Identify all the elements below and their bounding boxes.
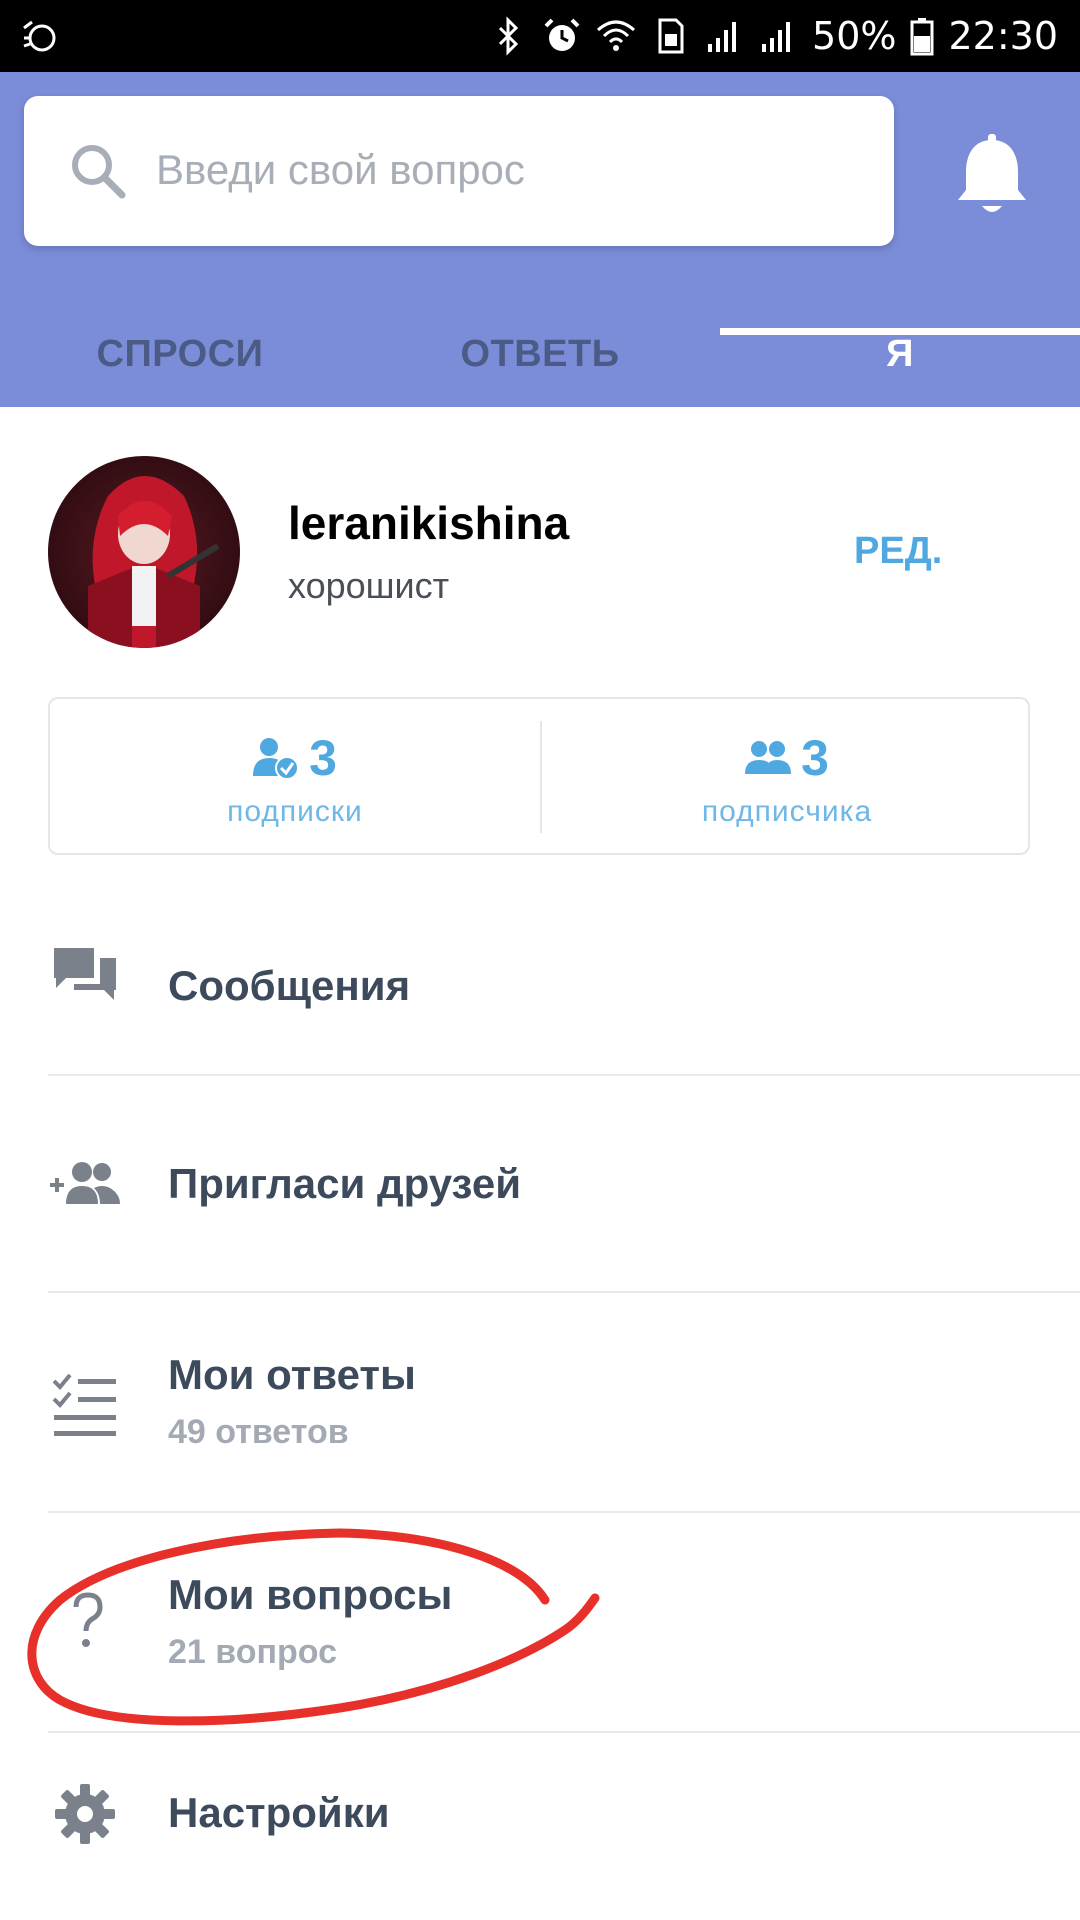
clock: 22:30 — [948, 14, 1058, 58]
menu-item-my-questions[interactable]: Мои вопросы 21 вопрос — [0, 1513, 1080, 1731]
followers-group-icon — [745, 741, 792, 774]
signal-icon — [762, 22, 791, 52]
following-user-icon — [253, 738, 300, 780]
followers-count: 3 — [801, 730, 829, 786]
status-bar: 50% 22:30 — [0, 0, 1080, 72]
search-bar[interactable]: Введи свой вопрос — [24, 96, 894, 246]
invite-label: Пригласи друзей — [168, 1160, 522, 1207]
following-label: подписки — [227, 795, 363, 828]
my-questions-label: Мои вопросы — [168, 1571, 453, 1618]
battery-icon — [910, 18, 934, 56]
menu-item-messages[interactable]: Сообщения — [0, 910, 1080, 1076]
tab-bar: СПРОСИ ОТВЕТЬ Я — [0, 302, 1080, 407]
checklist-icon — [52, 1373, 116, 1436]
sim-icon — [658, 18, 684, 54]
bell-icon[interactable] — [952, 132, 1032, 222]
follow-stats: 3 подписки 3 подписчика — [48, 697, 1030, 855]
following-stat[interactable]: 3 подписки — [50, 699, 540, 857]
app-header: Введи свой вопрос СПРОСИ ОТВЕТЬ Я — [0, 72, 1080, 407]
question-mark-icon — [73, 1592, 103, 1647]
battery-percent: 50% — [812, 14, 897, 58]
alarm-clock-icon — [544, 18, 580, 51]
settings-label: Настройки — [168, 1789, 390, 1836]
signal-icon — [708, 22, 737, 52]
menu-item-settings[interactable]: Настройки — [0, 1733, 1080, 1920]
active-tab-indicator — [720, 328, 1080, 335]
wifi-icon — [597, 20, 636, 51]
bluetooth-icon — [498, 16, 519, 56]
menu-item-my-answers[interactable]: Мои ответы 49 ответов — [0, 1293, 1080, 1511]
messages-label: Сообщения — [168, 962, 411, 1009]
messages-icon — [54, 948, 116, 1000]
user-rank: хорошист — [288, 565, 450, 606]
answers-count: 49 ответов — [168, 1413, 349, 1451]
followers-label: подписчика — [701, 795, 873, 828]
username: leranikishina — [288, 497, 570, 549]
search-input[interactable]: Введи свой вопрос — [156, 146, 525, 194]
tab-answer[interactable]: ОТВЕТЬ — [360, 302, 720, 407]
following-count: 3 — [309, 730, 337, 786]
alarm-left-icon — [23, 20, 56, 52]
edit-profile-button[interactable]: РЕД. — [854, 530, 942, 573]
add-friends-icon — [50, 1162, 120, 1204]
avatar[interactable] — [48, 456, 240, 648]
search-icon — [72, 145, 126, 199]
followers-stat[interactable]: 3 подписчика — [542, 699, 1032, 857]
questions-count: 21 вопрос — [168, 1633, 338, 1671]
my-answers-label: Мои ответы — [168, 1351, 416, 1398]
gear-icon — [55, 1784, 115, 1844]
tab-me[interactable]: Я — [720, 302, 1080, 407]
tab-ask[interactable]: СПРОСИ — [0, 302, 360, 407]
menu-item-invite[interactable]: Пригласи друзей — [0, 1076, 1080, 1293]
